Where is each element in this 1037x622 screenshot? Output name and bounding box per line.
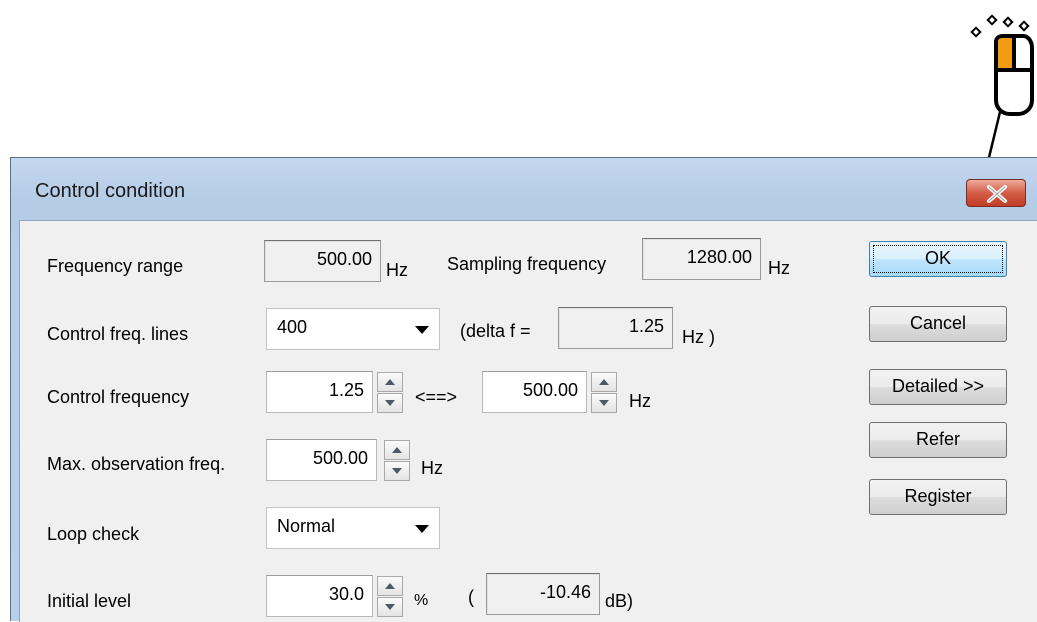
delta-f-suffix: Hz ) [682,327,715,347]
control-frequency-high-spinner[interactable] [591,372,617,414]
sampling-frequency-unit: Hz [768,258,790,278]
max-observation-freq-label: Max. observation freq. [47,454,226,474]
spin-down-icon[interactable] [377,597,403,617]
control-freq-lines-label: Control freq. lines [47,324,189,344]
spin-down-icon[interactable] [384,461,410,481]
spin-up-icon[interactable] [377,372,403,392]
frequency-range-unit: Hz [386,260,408,280]
control-frequency-low-input[interactable]: 1.25 [266,371,373,413]
spin-up-icon[interactable] [377,576,403,596]
loop-check-value: Normal [277,516,336,536]
max-observation-freq-input[interactable]: 500.00 [266,439,377,481]
control-frequency-unit: Hz [629,391,651,411]
refer-button[interactable]: Refer [869,422,1007,458]
spin-up-icon[interactable] [384,440,410,460]
loop-check-select[interactable]: Normal [266,507,440,549]
dialog-window: Control condition Frequency range 500.00… [10,157,1037,622]
detailed-button-label: Detailed >> [891,376,985,396]
spin-down-icon[interactable] [377,393,403,413]
register-button-label: Register [904,486,972,506]
control-frequency-high-input[interactable]: 500.00 [482,371,587,413]
max-observation-freq-spinner[interactable] [384,440,410,482]
title-bar: Control condition [11,158,1037,226]
cancel-button[interactable]: Cancel [869,306,1007,342]
delta-f-prefix: (delta f = [460,321,531,341]
control-frequency-label: Control frequency [47,387,190,407]
initial-level-input[interactable]: 30.0 [266,575,373,617]
spin-up-icon[interactable] [591,372,617,392]
register-button[interactable]: Register [869,479,1007,515]
refer-button-label: Refer [915,429,960,449]
ok-button[interactable]: OK [869,241,1007,277]
initial-level-unit: % [414,592,429,609]
focus-rectangle [873,245,1003,273]
close-icon [987,185,1007,203]
cancel-button-label: Cancel [909,313,967,333]
frequency-range-label: Frequency range [47,256,184,276]
close-button[interactable] [966,179,1026,207]
max-observation-freq-unit: Hz [421,458,443,478]
control-frequency-low-spinner[interactable] [377,372,403,414]
sampling-frequency-label: Sampling frequency [447,254,607,274]
loop-check-label: Loop check [47,524,140,544]
db-prefix: ( [468,587,474,607]
dialog-title: Control condition [35,180,186,202]
chevron-down-icon [415,326,429,334]
delta-f-field: 1.25 [558,307,673,349]
range-separator: <==> [415,387,458,407]
initial-level-label: Initial level [47,591,132,611]
control-freq-lines-value: 400 [277,317,308,337]
control-freq-lines-select[interactable]: 400 [266,308,440,350]
chevron-down-icon [415,525,429,533]
frequency-range-field: 500.00 [264,240,381,282]
sampling-frequency-field: 1280.00 [642,238,761,280]
detailed-button[interactable]: Detailed >> [869,369,1007,405]
initial-level-spinner[interactable] [377,576,403,618]
dialog-body: Frequency range 500.00 Hz Sampling frequ… [19,220,1037,622]
spin-down-icon[interactable] [591,393,617,413]
db-suffix: dB) [605,591,634,611]
initial-level-db-field: -10.46 [486,573,600,615]
